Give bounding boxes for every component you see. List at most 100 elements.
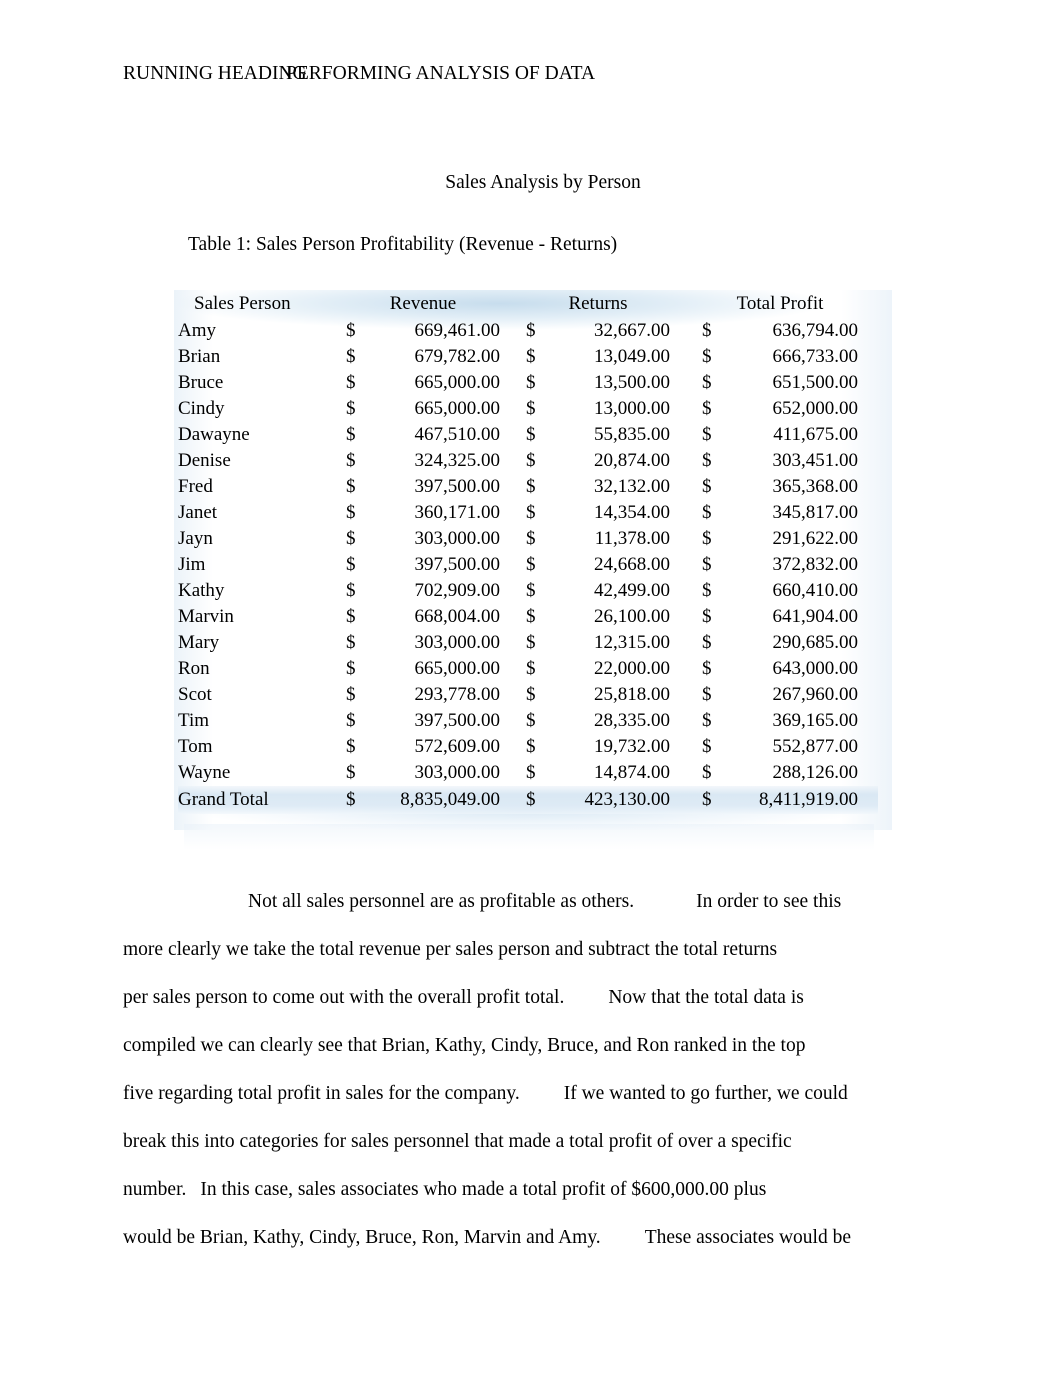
cell-revenue: 303,000.00 xyxy=(414,632,501,653)
cell-spacer xyxy=(500,474,526,500)
cell-total-profit: 641,904.00 xyxy=(772,606,859,627)
cell-spacer xyxy=(858,734,878,760)
table-bottom-shading xyxy=(184,824,874,850)
currency-symbol: $ xyxy=(346,606,356,627)
cell-spacer xyxy=(858,448,878,474)
cell-spacer xyxy=(670,734,702,760)
cell-spacer xyxy=(670,630,702,656)
cell-returns: 14,354.00 xyxy=(594,502,670,523)
table-row: Janet $360,171.00 $14,354.00 $345,817.00 xyxy=(178,500,878,526)
body-sentence-3b: compiled we can clearly see that Brian, … xyxy=(123,1035,806,1056)
body-sentence-5b: would be Brian, Kathy, Cindy, Bruce, Ron… xyxy=(123,1227,601,1248)
cell-total-profit: 8,411,919.00 xyxy=(758,789,858,810)
cell-returns: 24,668.00 xyxy=(594,554,670,575)
cell-spacer xyxy=(500,396,526,422)
currency-symbol: $ xyxy=(526,372,536,393)
cell-spacer xyxy=(670,422,702,448)
cell-spacer xyxy=(858,708,878,734)
cell-spacer xyxy=(500,630,526,656)
cell-spacer xyxy=(500,422,526,448)
cell-sales-person: Jayn xyxy=(178,528,213,549)
cell-spacer xyxy=(858,656,878,682)
cell-revenue: 572,609.00 xyxy=(414,736,501,757)
body-line-8: would be Brian, Kathy, Cindy, Bruce, Ron… xyxy=(123,1214,913,1262)
currency-symbol: $ xyxy=(526,736,536,757)
column-header-returns: Returns xyxy=(568,293,628,314)
cell-spacer xyxy=(858,760,878,786)
cell-revenue: 303,000.00 xyxy=(414,762,501,783)
cell-sales-person: Ron xyxy=(178,658,210,679)
cell-total-profit: 291,622.00 xyxy=(772,528,859,549)
currency-symbol: $ xyxy=(702,554,712,575)
cell-spacer xyxy=(858,318,878,344)
cell-sales-person: Tim xyxy=(178,710,209,731)
cell-returns: 42,499.00 xyxy=(594,580,670,601)
cell-spacer xyxy=(670,786,702,814)
body-sentence-4a: If we wanted to go further, we could xyxy=(563,1083,848,1104)
currency-symbol: $ xyxy=(526,476,536,497)
cell-returns: 28,335.00 xyxy=(594,710,670,731)
cell-spacer xyxy=(500,734,526,760)
currency-symbol: $ xyxy=(702,580,712,601)
table-row: Amy $669,461.00 $32,667.00 $636,794.00 xyxy=(178,318,878,344)
body-sentence-4b: break this into categories for sales per… xyxy=(123,1131,792,1152)
cell-revenue: 397,500.00 xyxy=(414,476,501,497)
currency-symbol: $ xyxy=(702,320,712,341)
cell-spacer xyxy=(670,448,702,474)
cell-total-profit: 636,794.00 xyxy=(772,320,859,341)
cell-returns: 26,100.00 xyxy=(594,606,670,627)
cell-returns: 55,835.00 xyxy=(594,424,670,445)
currency-symbol: $ xyxy=(702,502,712,523)
currency-symbol: $ xyxy=(346,632,356,653)
cell-returns: 22,000.00 xyxy=(594,658,670,679)
cell-spacer xyxy=(670,708,702,734)
currency-symbol: $ xyxy=(346,372,356,393)
cell-revenue: 669,461.00 xyxy=(414,320,501,341)
currency-symbol: $ xyxy=(702,372,712,393)
table-row: Tim $397,500.00 $28,335.00 $369,165.00 xyxy=(178,708,878,734)
cell-revenue: 303,000.00 xyxy=(414,528,501,549)
currency-symbol: $ xyxy=(346,710,356,731)
cell-returns: 25,818.00 xyxy=(594,684,670,705)
cell-sales-person: Mary xyxy=(178,632,220,653)
cell-returns: 14,874.00 xyxy=(594,762,670,783)
cell-spacer xyxy=(858,786,878,814)
cell-returns: 13,000.00 xyxy=(594,398,670,419)
currency-symbol: $ xyxy=(702,789,712,810)
header-spacer-2 xyxy=(670,290,702,318)
cell-sales-person: Bruce xyxy=(178,372,224,393)
cell-sales-person: Cindy xyxy=(178,398,225,419)
cell-revenue: 665,000.00 xyxy=(414,372,501,393)
cell-spacer xyxy=(670,682,702,708)
currency-symbol: $ xyxy=(346,346,356,367)
currency-symbol: $ xyxy=(526,528,536,549)
cell-spacer xyxy=(670,344,702,370)
cell-spacer xyxy=(500,370,526,396)
body-sentence-2b: more clearly we take the total revenue p… xyxy=(123,939,778,960)
cell-sales-person: Wayne xyxy=(178,762,231,783)
cell-spacer xyxy=(858,370,878,396)
cell-returns: 12,315.00 xyxy=(594,632,670,653)
currency-symbol: $ xyxy=(526,450,536,471)
cell-revenue: 293,778.00 xyxy=(414,684,501,705)
cell-sales-person: Marvin xyxy=(178,606,234,627)
cell-revenue: 8,835,049.00 xyxy=(400,789,500,810)
table-row: Tom $572,609.00 $19,732.00 $552,877.00 xyxy=(178,734,878,760)
cell-total-profit: 288,126.00 xyxy=(772,762,859,783)
cell-spacer xyxy=(670,396,702,422)
currency-symbol: $ xyxy=(702,710,712,731)
cell-spacer xyxy=(500,578,526,604)
table-row: Dawayne $467,510.00 $55,835.00 $411,675.00 xyxy=(178,422,878,448)
cell-total-profit: 369,165.00 xyxy=(772,710,859,731)
cell-spacer xyxy=(670,526,702,552)
cell-spacer xyxy=(858,682,878,708)
currency-symbol: $ xyxy=(526,424,536,445)
table-row: Denise $324,325.00 $20,874.00 $303,451.00 xyxy=(178,448,878,474)
cell-sales-person: Grand Total xyxy=(178,789,269,810)
table-row: Mary $303,000.00 $12,315.00 $290,685.00 xyxy=(178,630,878,656)
currency-symbol: $ xyxy=(526,346,536,367)
cell-spacer xyxy=(858,422,878,448)
cell-spacer xyxy=(858,630,878,656)
cell-spacer xyxy=(670,318,702,344)
currency-symbol: $ xyxy=(702,476,712,497)
